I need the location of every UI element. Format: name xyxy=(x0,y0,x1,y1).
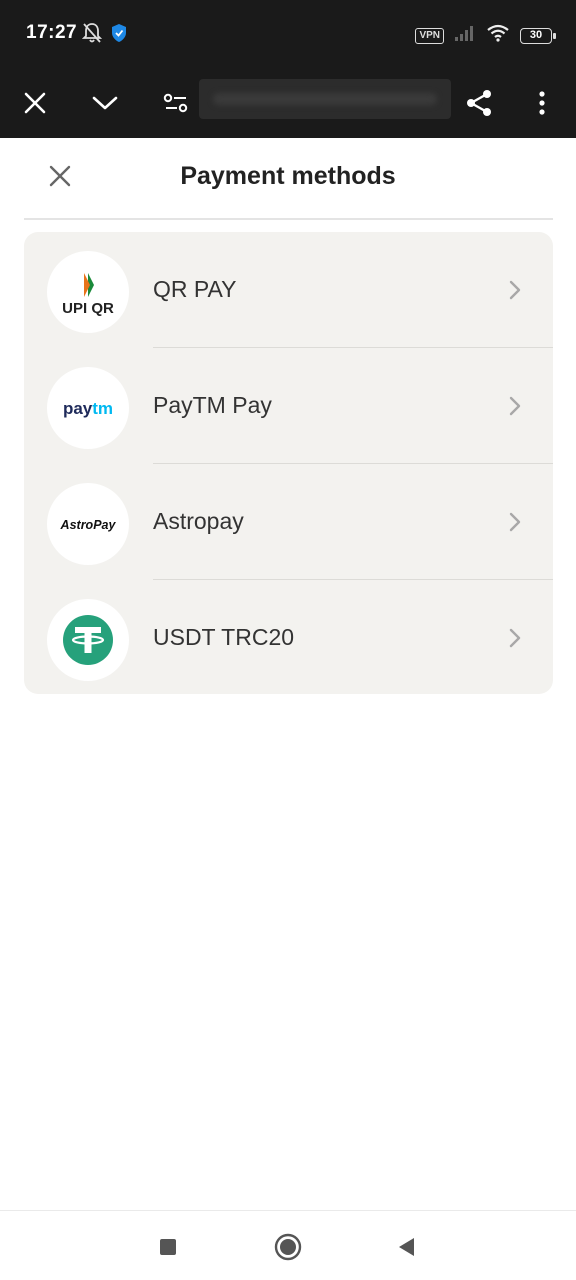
home-circle-icon xyxy=(274,1233,302,1261)
payment-method-label: PayTM Pay xyxy=(153,392,272,418)
payment-method-label: QR PAY xyxy=(153,276,237,302)
status-time: 17:27 xyxy=(26,22,78,43)
chevron-right-icon xyxy=(509,628,521,648)
share-button[interactable] xyxy=(455,78,503,128)
vpn-badge: VPN xyxy=(415,27,444,44)
more-options-button[interactable] xyxy=(518,78,566,128)
signal-icon xyxy=(454,25,476,46)
astropay-logo-text: AstroPay xyxy=(60,518,117,532)
status-left-icons xyxy=(81,22,128,49)
square-icon xyxy=(160,1239,176,1255)
share-icon xyxy=(467,90,491,116)
payment-method-paytm[interactable]: paytm PayTM Pay xyxy=(24,348,553,464)
status-bar: 17:27 VPN 30 xyxy=(0,0,576,68)
header-divider xyxy=(24,218,553,220)
upi-qr-logo-text: UPI QR xyxy=(62,300,114,317)
astropay-logo: AstroPay xyxy=(47,483,129,565)
close-tab-button[interactable] xyxy=(11,78,59,128)
payment-method-qr-pay[interactable]: UPI QR QR PAY xyxy=(24,232,553,348)
bell-off-icon xyxy=(81,22,103,49)
more-vert-icon xyxy=(539,91,545,115)
shield-icon xyxy=(110,23,128,48)
paytm-logo-text: paytm xyxy=(63,399,113,418)
chevron-down-icon xyxy=(92,96,118,110)
battery-indicator: 30 xyxy=(520,27,556,44)
system-navigation-bar xyxy=(0,1210,576,1280)
paytm-logo: paytm xyxy=(47,367,129,449)
chevron-right-icon xyxy=(509,512,521,532)
tune-icon xyxy=(163,93,188,113)
sheet-header: Payment methods xyxy=(0,138,576,220)
back-triangle-icon xyxy=(399,1238,414,1256)
url-field[interactable] xyxy=(199,79,451,119)
site-settings-button[interactable] xyxy=(152,78,200,128)
close-icon xyxy=(24,92,46,114)
paytm-logo-text-main: paytm xyxy=(63,399,113,418)
chevron-right-icon xyxy=(509,396,521,416)
payment-method-astropay[interactable]: AstroPay Astropay xyxy=(24,464,553,580)
recents-button[interactable] xyxy=(150,1229,186,1265)
payment-method-list: UPI QR QR PAY paytm PayTM Pay AstroPay A… xyxy=(24,232,553,694)
tether-logo xyxy=(47,599,129,681)
back-button[interactable] xyxy=(388,1229,424,1265)
payment-method-label: Astropay xyxy=(153,508,244,534)
page-title: Payment methods xyxy=(180,162,396,190)
home-button[interactable] xyxy=(270,1229,306,1265)
minimize-button[interactable] xyxy=(81,78,129,128)
status-right-icons: VPN 30 xyxy=(415,24,556,47)
upi-qr-logo: UPI QR xyxy=(47,251,129,333)
chevron-right-icon xyxy=(509,280,521,300)
payment-method-label: USDT TRC20 xyxy=(153,624,295,650)
payment-method-usdt-trc20[interactable]: USDT TRC20 xyxy=(24,580,553,694)
wifi-icon xyxy=(486,24,510,47)
